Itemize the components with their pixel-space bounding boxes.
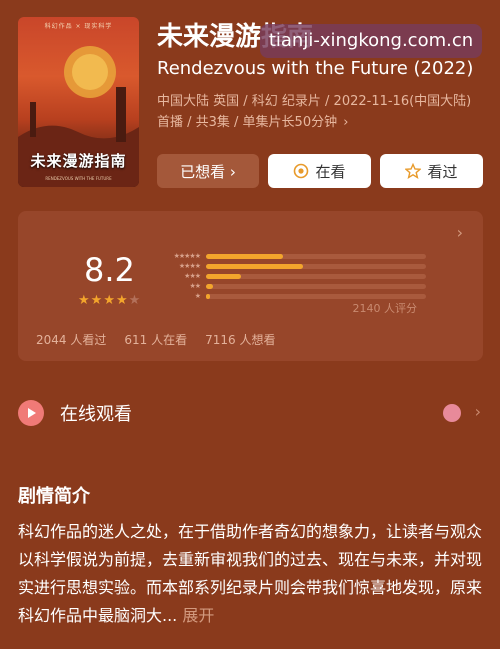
chevron-right-icon: › [343, 115, 349, 130]
online-watch-label: 在线观看 [60, 404, 132, 425]
star-filled-icon: ★ [78, 293, 91, 308]
chevron-right-icon: › [456, 223, 463, 242]
distribution-star-label: ★★ [189, 282, 201, 290]
chevron-right-icon: › [474, 402, 481, 421]
meta-line-2-wrap: 首播 / 共3集 / 单集片长50分钟 › [157, 112, 477, 133]
watched-button[interactable]: 看过 [380, 154, 483, 188]
distribution-bar [206, 273, 242, 279]
star-empty-icon: ★ [128, 293, 142, 308]
distribution-bar [206, 253, 283, 259]
platform-icon [443, 404, 461, 422]
stat-watching: 611 人在看 [124, 333, 188, 347]
watching-button-label: 在看 [315, 162, 346, 181]
meta-line-2: 首播 / 共3集 / 单集片长50分钟 [157, 115, 338, 130]
expand-link[interactable]: 展开 [182, 606, 214, 625]
star-outline-icon [405, 163, 422, 179]
online-watch-row[interactable]: 在线观看 › [18, 396, 483, 430]
distribution-bar [206, 263, 303, 269]
star-filled-icon: ★ [90, 293, 104, 308]
distribution-track [206, 273, 426, 279]
distribution-star-label: ★★★★ [178, 262, 201, 270]
watching-button[interactable]: 在看 [268, 154, 371, 188]
wanted-button-label: 已想看 › [180, 162, 236, 181]
synopsis-body: 科幻作品的迷人之处，在于借助作者奇幻的想象力，让读者与观众以科学假说为前提，去重… [18, 522, 483, 625]
watermark-overlay: tianji-xingkong.com.cn [260, 24, 482, 58]
watch-stats: 2044 人看过 611 人在看 7116 人想看 [36, 331, 275, 348]
distribution-row: ★★★★ [156, 261, 426, 271]
meta-info[interactable]: 中国大陆 英国 / 科幻 纪录片 / 2022-11-16(中国大陆) 首播 /… [157, 91, 477, 133]
rating-distribution: ★★★★★ ★★★★ ★★★ ★★ ★ [156, 251, 426, 301]
distribution-track [206, 263, 426, 269]
star-filled-icon: ★ [115, 293, 129, 308]
title-english: Rendezvous with the Future (2022) [157, 58, 474, 79]
poster-image[interactable]: 科幻作品 × 现实科学 未来漫游指南 RENDEZVOUS WITH THE F… [18, 17, 139, 187]
watched-button-label: 看过 [427, 162, 458, 181]
synopsis-text: 科幻作品的迷人之处，在于借助作者奇幻的想象力，让读者与观众以科学假说为前提，去重… [18, 518, 486, 630]
distribution-star-label: ★ [194, 292, 201, 300]
distribution-track [206, 283, 426, 289]
rating-card[interactable]: › 8.2 ★★★★★ ★★★★★ ★★★★ ★★★ ★★ ★ 2140 人评分 204… [18, 211, 483, 361]
synopsis-title: 剧情简介 [18, 486, 90, 507]
stat-want: 7116 人想看 [205, 333, 276, 347]
stat-watched: 2044 人看过 [36, 333, 107, 347]
rating-score: 8.2 [84, 251, 135, 289]
star-filled-icon: ★ [103, 293, 116, 308]
distribution-star-label: ★★★★★ [173, 252, 201, 260]
distribution-track [206, 293, 426, 299]
distribution-track [206, 253, 426, 259]
distribution-bar [206, 283, 213, 289]
distribution-row: ★★★★★ [156, 251, 426, 261]
play-icon [18, 400, 44, 426]
poster-subtitle: RENDEZVOUS WITH THE FUTURE [45, 176, 112, 181]
distribution-star-label: ★★★ [184, 272, 201, 280]
wanted-button[interactable]: 已想看 › [157, 154, 259, 188]
distribution-bar [206, 293, 211, 299]
rating-stars: ★★★★★ [78, 293, 141, 308]
distribution-row: ★★★ [156, 271, 426, 281]
distribution-row: ★★ [156, 281, 426, 291]
meta-line-1: 中国大陆 英国 / 科幻 纪录片 / 2022-11-16(中国大陆) [157, 94, 472, 109]
poster-title: 未来漫游指南 [30, 152, 127, 170]
watching-icon [293, 163, 309, 179]
rater-count: 2140 人评分 [352, 302, 418, 315]
